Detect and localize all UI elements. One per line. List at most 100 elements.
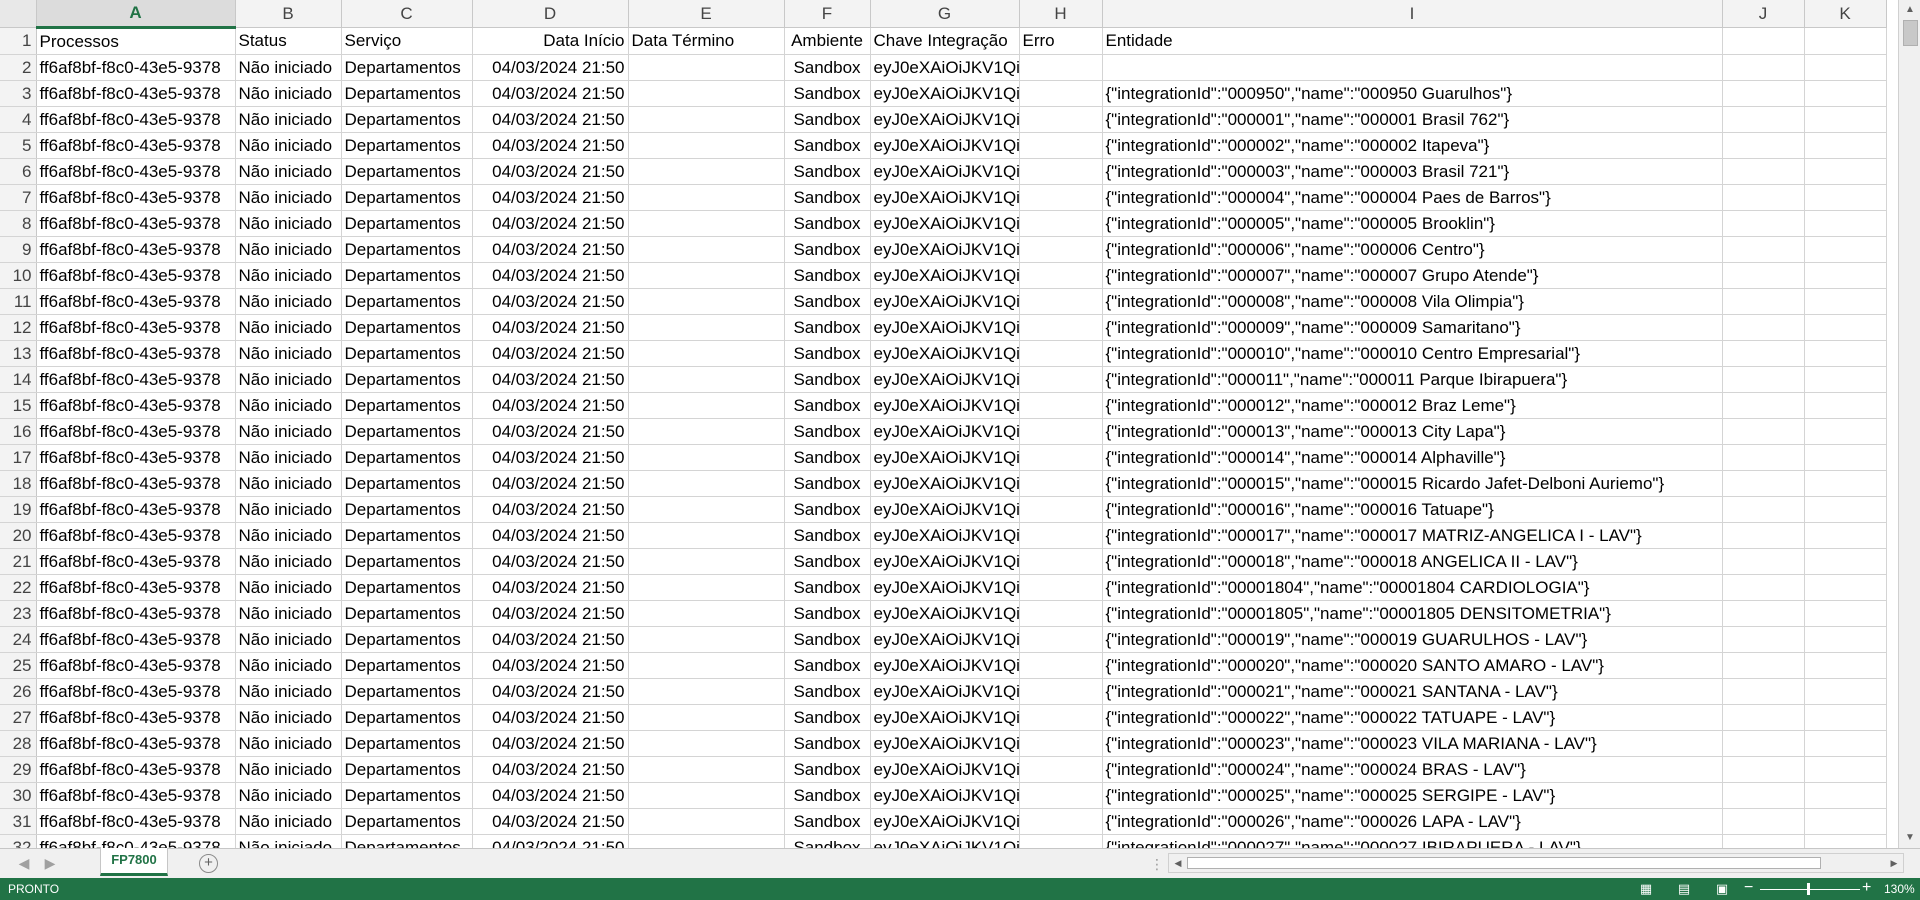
cell-e25[interactable]: [628, 652, 785, 679]
cell-i1[interactable]: Entidade: [1102, 27, 1723, 55]
cell-g15[interactable]: eyJ0eXAiOiJKV1QiL: [870, 392, 1020, 419]
cell-j31[interactable]: [1722, 808, 1805, 835]
cell-d3[interactable]: 04/03/2024 21:50: [472, 80, 629, 107]
cell-f16[interactable]: Sandbox: [784, 418, 871, 445]
cell-h16[interactable]: [1019, 418, 1103, 445]
cell-h28[interactable]: [1019, 730, 1103, 757]
cell-g25[interactable]: eyJ0eXAiOiJKV1QiL: [870, 652, 1020, 679]
cell-e9[interactable]: [628, 236, 785, 263]
cell-f4[interactable]: Sandbox: [784, 106, 871, 133]
cell-a1[interactable]: Processos: [36, 27, 236, 55]
cell-i7[interactable]: {"integrationId":"000004","name":"000004…: [1102, 184, 1723, 211]
cell-b2[interactable]: Não iniciado: [235, 54, 342, 81]
cell-j1[interactable]: [1722, 27, 1805, 55]
row-header[interactable]: 23: [0, 600, 37, 627]
column-header-c[interactable]: C: [341, 0, 473, 28]
cell-f29[interactable]: Sandbox: [784, 756, 871, 783]
cell-a17[interactable]: ff6af8bf-f8c0-43e5-9378: [36, 444, 236, 471]
cell-g7[interactable]: eyJ0eXAiOiJKV1QiL: [870, 184, 1020, 211]
row-header[interactable]: 13: [0, 340, 37, 367]
row-header[interactable]: 19: [0, 496, 37, 523]
cell-b27[interactable]: Não iniciado: [235, 704, 342, 731]
cell-f23[interactable]: Sandbox: [784, 600, 871, 627]
cell-a4[interactable]: ff6af8bf-f8c0-43e5-9378: [36, 106, 236, 133]
cell-a7[interactable]: ff6af8bf-f8c0-43e5-9378: [36, 184, 236, 211]
cell-d29[interactable]: 04/03/2024 21:50: [472, 756, 629, 783]
cell-j14[interactable]: [1722, 366, 1805, 393]
cell-k3[interactable]: [1804, 80, 1887, 107]
cell-i22[interactable]: {"integrationId":"00001804","name":"0000…: [1102, 574, 1723, 601]
cell-j4[interactable]: [1722, 106, 1805, 133]
cell-k20[interactable]: [1804, 522, 1887, 549]
cell-b21[interactable]: Não iniciado: [235, 548, 342, 575]
cell-b12[interactable]: Não iniciado: [235, 314, 342, 341]
cell-d32[interactable]: 04/03/2024 21:50: [472, 834, 629, 848]
cell-c22[interactable]: Departamentos: [341, 574, 473, 601]
cell-e18[interactable]: [628, 470, 785, 497]
row-header[interactable]: 10: [0, 262, 37, 289]
cell-i13[interactable]: {"integrationId":"000010","name":"000010…: [1102, 340, 1723, 367]
cell-f8[interactable]: Sandbox: [784, 210, 871, 237]
cell-e30[interactable]: [628, 782, 785, 809]
cell-a24[interactable]: ff6af8bf-f8c0-43e5-9378: [36, 626, 236, 653]
cell-e4[interactable]: [628, 106, 785, 133]
cell-f20[interactable]: Sandbox: [784, 522, 871, 549]
cell-f27[interactable]: Sandbox: [784, 704, 871, 731]
cell-b25[interactable]: Não iniciado: [235, 652, 342, 679]
cell-c21[interactable]: Departamentos: [341, 548, 473, 575]
cell-b14[interactable]: Não iniciado: [235, 366, 342, 393]
cell-i4[interactable]: {"integrationId":"000001","name":"000001…: [1102, 106, 1723, 133]
row-header[interactable]: 25: [0, 652, 37, 679]
cell-d14[interactable]: 04/03/2024 21:50: [472, 366, 629, 393]
row-header[interactable]: 14: [0, 366, 37, 393]
cell-a25[interactable]: ff6af8bf-f8c0-43e5-9378: [36, 652, 236, 679]
cell-g13[interactable]: eyJ0eXAiOiJKV1QiL: [870, 340, 1020, 367]
cell-g29[interactable]: eyJ0eXAiOiJKV1QiL: [870, 756, 1020, 783]
cell-i32[interactable]: {"integrationId":"000027","name":"000027…: [1102, 834, 1723, 848]
cell-g3[interactable]: eyJ0eXAiOiJKV1QiL: [870, 80, 1020, 107]
column-header-a[interactable]: A: [36, 0, 236, 29]
cell-c2[interactable]: Departamentos: [341, 54, 473, 81]
cell-d22[interactable]: 04/03/2024 21:50: [472, 574, 629, 601]
cell-h9[interactable]: [1019, 236, 1103, 263]
cell-j17[interactable]: [1722, 444, 1805, 471]
cell-e17[interactable]: [628, 444, 785, 471]
cell-a2[interactable]: ff6af8bf-f8c0-43e5-9378: [36, 54, 236, 81]
cell-k24[interactable]: [1804, 626, 1887, 653]
cell-d20[interactable]: 04/03/2024 21:50: [472, 522, 629, 549]
cell-e20[interactable]: [628, 522, 785, 549]
cell-h23[interactable]: [1019, 600, 1103, 627]
cell-f19[interactable]: Sandbox: [784, 496, 871, 523]
cell-a27[interactable]: ff6af8bf-f8c0-43e5-9378: [36, 704, 236, 731]
tab-scroll-right-icon[interactable]: ▶: [40, 855, 60, 872]
cell-d27[interactable]: 04/03/2024 21:50: [472, 704, 629, 731]
cell-b7[interactable]: Não iniciado: [235, 184, 342, 211]
cell-h2[interactable]: [1019, 54, 1103, 81]
cell-d21[interactable]: 04/03/2024 21:50: [472, 548, 629, 575]
cell-e10[interactable]: [628, 262, 785, 289]
cell-k2[interactable]: [1804, 54, 1887, 81]
cell-g32[interactable]: eyJ0eXAiOiJKV1QiL: [870, 834, 1020, 848]
cell-f7[interactable]: Sandbox: [784, 184, 871, 211]
cell-b8[interactable]: Não iniciado: [235, 210, 342, 237]
cell-d9[interactable]: 04/03/2024 21:50: [472, 236, 629, 263]
cell-k18[interactable]: [1804, 470, 1887, 497]
cell-grid[interactable]: ABCDEFGHIJK 1 Processos Status Serviço Data …: [0, 0, 1887, 848]
cell-f18[interactable]: Sandbox: [784, 470, 871, 497]
row-header[interactable]: 27: [0, 704, 37, 731]
cell-e11[interactable]: [628, 288, 785, 315]
cell-j2[interactable]: [1722, 54, 1805, 81]
cell-e31[interactable]: [628, 808, 785, 835]
cell-b4[interactable]: Não iniciado: [235, 106, 342, 133]
cell-i31[interactable]: {"integrationId":"000026","name":"000026…: [1102, 808, 1723, 835]
cell-d5[interactable]: 04/03/2024 21:50: [472, 132, 629, 159]
cell-k32[interactable]: [1804, 834, 1887, 848]
cell-e19[interactable]: [628, 496, 785, 523]
cell-d23[interactable]: 04/03/2024 21:50: [472, 600, 629, 627]
row-header[interactable]: 31: [0, 808, 37, 835]
cell-b28[interactable]: Não iniciado: [235, 730, 342, 757]
cell-j16[interactable]: [1722, 418, 1805, 445]
column-header-g[interactable]: G: [870, 0, 1020, 28]
cell-j9[interactable]: [1722, 236, 1805, 263]
cell-h12[interactable]: [1019, 314, 1103, 341]
